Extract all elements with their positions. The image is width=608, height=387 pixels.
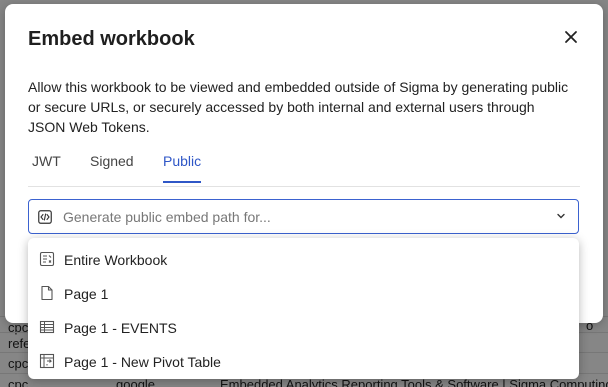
menu-item-label: Page 1 (64, 286, 109, 302)
code-icon (38, 210, 52, 224)
dialog-title: Embed workbook (28, 28, 195, 50)
close-icon (565, 31, 577, 43)
table-icon (39, 320, 55, 334)
menu-item-label: Entire Workbook (64, 252, 168, 268)
menu-item-page-1-events[interactable]: Page 1 - EVENTS (28, 309, 579, 343)
embed-path-dropdown: Entire Workbook Page 1 Page 1 - EVENTS P… (28, 238, 579, 379)
select-placeholder: Generate public embed path for... (63, 209, 271, 225)
pivot-table-icon (39, 353, 55, 369)
close-button[interactable] (560, 26, 582, 48)
tab-jwt[interactable]: JWT (32, 153, 61, 181)
tab-public[interactable]: Public (163, 153, 202, 183)
background-cell: cpc (8, 377, 29, 387)
dialog-description: Allow this workbook to be viewed and emb… (28, 79, 569, 135)
page-icon (41, 285, 53, 301)
menu-item-label: Page 1 - EVENTS (64, 320, 177, 336)
workbook-icon (39, 251, 55, 267)
chevron-down-icon (557, 213, 565, 219)
menu-item-page-1-new-pivot-table[interactable]: Page 1 - New Pivot Table (28, 343, 579, 377)
menu-item-entire-workbook[interactable]: Entire Workbook (28, 241, 579, 275)
menu-item-label: Page 1 - New Pivot Table (64, 354, 221, 370)
background-cell: cpc (8, 356, 29, 371)
embed-path-select[interactable]: Generate public embed path for... (28, 199, 579, 234)
embed-tabs: JWT Signed Public (28, 150, 580, 187)
tab-signed[interactable]: Signed (90, 153, 134, 181)
menu-item-page-1[interactable]: Page 1 (28, 275, 579, 309)
